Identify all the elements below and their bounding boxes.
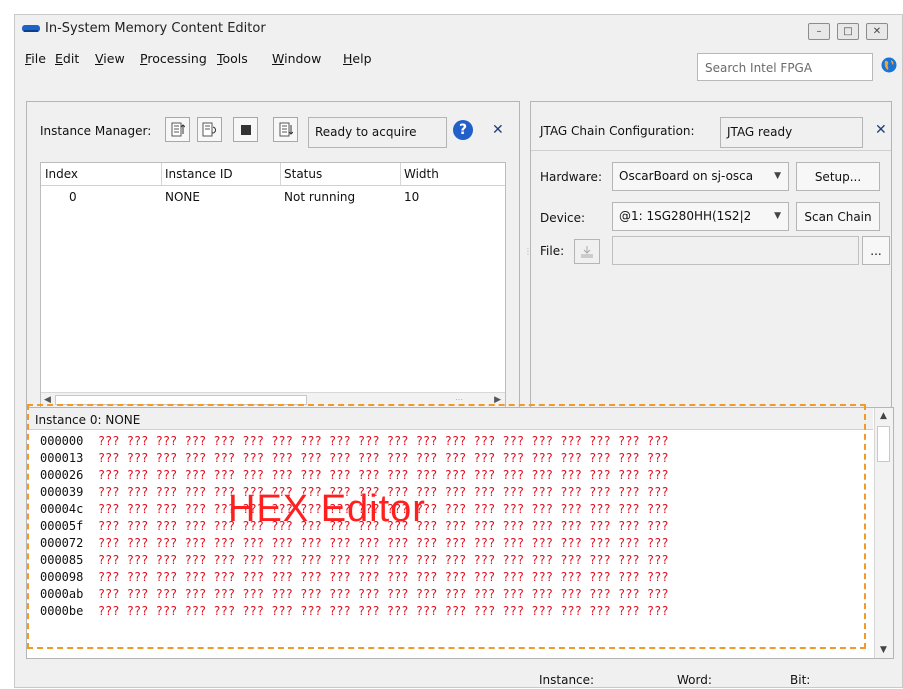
horizontal-scrollbar[interactable]: ◀ ▶	[41, 392, 505, 408]
table-header: Index Instance ID Status Width	[41, 163, 505, 186]
hardware-select[interactable]: OscarBoard on sj-osca ▼	[612, 162, 789, 191]
chevron-down-icon: ▼	[774, 171, 781, 181]
instance-manager-panel: Instance Manager: Ready to acquire ? ✕ I…	[26, 101, 520, 419]
hex-row[interactable]: 000085 ??? ??? ??? ??? ??? ??? ??? ??? ?…	[40, 553, 669, 569]
read-data-icon	[171, 122, 185, 136]
hex-row[interactable]: 000013 ??? ??? ??? ??? ??? ??? ??? ??? ?…	[40, 451, 669, 467]
menu-edit[interactable]: Edit	[55, 51, 79, 66]
divider	[531, 150, 891, 151]
menu-processing[interactable]: Processing	[140, 51, 207, 66]
title-bar: In-System Memory Content Editor – □ ✕	[15, 15, 902, 43]
cell-status: Not running	[284, 190, 356, 204]
instance-manager-label: Instance Manager:	[40, 124, 152, 138]
status-bit: Bit:	[790, 673, 811, 687]
hex-row[interactable]: 000000 ??? ??? ??? ??? ??? ??? ??? ??? ?…	[40, 434, 669, 450]
scroll-up-icon[interactable]: ▲	[880, 411, 887, 421]
hex-editor-panel[interactable]: Instance 0: NONE 000000 ??? ??? ??? ??? …	[26, 407, 894, 659]
hex-editor-header: Instance 0: NONE	[27, 408, 873, 430]
stop-button[interactable]	[233, 117, 258, 142]
hex-row[interactable]: 000026 ??? ??? ??? ??? ??? ??? ??? ??? ?…	[40, 468, 669, 484]
hex-row[interactable]: 0000ab ??? ??? ??? ??? ??? ??? ??? ??? ?…	[40, 587, 669, 603]
scroll-thumb[interactable]	[877, 426, 890, 462]
menu-window[interactable]: Window	[272, 51, 321, 66]
minimize-icon: –	[816, 26, 822, 37]
maximize-button[interactable]: □	[837, 23, 859, 40]
scan-chain-button[interactable]: Scan Chain	[796, 202, 880, 231]
column-header-status[interactable]: Status	[284, 167, 322, 181]
acquire-status-field: Ready to acquire	[308, 117, 447, 148]
vertical-scrollbar[interactable]: ▲ ▼	[874, 408, 893, 658]
scroll-down-icon[interactable]: ▼	[880, 645, 887, 655]
stop-icon	[240, 124, 251, 135]
horizontal-splitter[interactable]: ⋯	[455, 395, 463, 404]
close-jtag-panel-button[interactable]: ✕	[875, 122, 887, 138]
menu-tools[interactable]: Tools	[217, 51, 248, 66]
program-device-icon	[581, 245, 593, 258]
continuous-read-icon	[202, 122, 216, 136]
status-instance: Instance:	[539, 673, 595, 687]
menu-file[interactable]: File	[25, 51, 46, 66]
close-window-button[interactable]: ✕	[866, 23, 888, 40]
column-header-width[interactable]: Width	[404, 167, 439, 181]
jtag-status-field: JTAG ready	[720, 117, 863, 148]
hex-row[interactable]: 000072 ??? ??? ??? ??? ??? ??? ??? ??? ?…	[40, 536, 669, 552]
instance-table: Index Instance ID Status Width 0 NONE No…	[40, 162, 506, 409]
chevron-down-icon: ▼	[774, 211, 781, 221]
app-icon	[22, 25, 40, 32]
window-title: In-System Memory Content Editor	[45, 21, 266, 36]
close-icon: ✕	[872, 26, 882, 37]
cell-width: 10	[404, 190, 420, 204]
device-select[interactable]: @1: 1SG280HH(1S2|2 ▼	[612, 202, 789, 231]
vertical-splitter[interactable]: ⋮	[524, 247, 532, 256]
jtag-chain-label: JTAG Chain Configuration:	[540, 124, 695, 138]
cell-instance-id: NONE	[165, 190, 200, 204]
write-data-icon	[279, 122, 293, 136]
close-instance-panel-button[interactable]: ✕	[492, 122, 504, 138]
minimize-button[interactable]: –	[808, 23, 830, 40]
scroll-thumb[interactable]	[55, 395, 307, 405]
hardware-label: Hardware:	[540, 170, 602, 184]
file-label: File:	[540, 244, 565, 258]
status-bar: Instance: Word: Bit:	[15, 669, 902, 689]
read-data-button[interactable]	[165, 117, 190, 142]
jtag-chain-panel: JTAG Chain Configuration: JTAG ready ✕ H…	[530, 101, 892, 419]
hex-row[interactable]: 0000be ??? ??? ??? ??? ??? ??? ??? ??? ?…	[40, 604, 669, 620]
column-header-instance-id[interactable]: Instance ID	[165, 167, 233, 181]
menu-view[interactable]: View	[95, 51, 125, 66]
hex-row[interactable]: 000098 ??? ??? ??? ??? ??? ??? ??? ??? ?…	[40, 570, 669, 586]
menu-help[interactable]: Help	[343, 51, 372, 66]
file-path-input[interactable]	[612, 236, 859, 265]
continuous-read-button[interactable]	[197, 117, 222, 142]
browse-button[interactable]: ...	[862, 236, 890, 265]
hex-editor-annotation: HEX Editor	[228, 488, 426, 530]
help-icon[interactable]: ?	[453, 120, 473, 140]
globe-icon[interactable]	[881, 57, 897, 73]
search-input[interactable]: Search Intel FPGA	[697, 53, 873, 81]
scroll-right-icon[interactable]: ▶	[494, 395, 501, 405]
program-device-button[interactable]	[574, 239, 600, 264]
cell-index: 0	[69, 190, 77, 204]
maximize-icon: □	[843, 26, 853, 37]
status-word: Word:	[677, 673, 712, 687]
device-label: Device:	[540, 211, 586, 225]
column-header-index[interactable]: Index	[45, 167, 78, 181]
setup-button[interactable]: Setup...	[796, 162, 880, 191]
app-window: In-System Memory Content Editor – □ ✕ Fi…	[14, 14, 903, 688]
scroll-left-icon[interactable]: ◀	[44, 395, 51, 405]
write-data-button[interactable]	[273, 117, 298, 142]
